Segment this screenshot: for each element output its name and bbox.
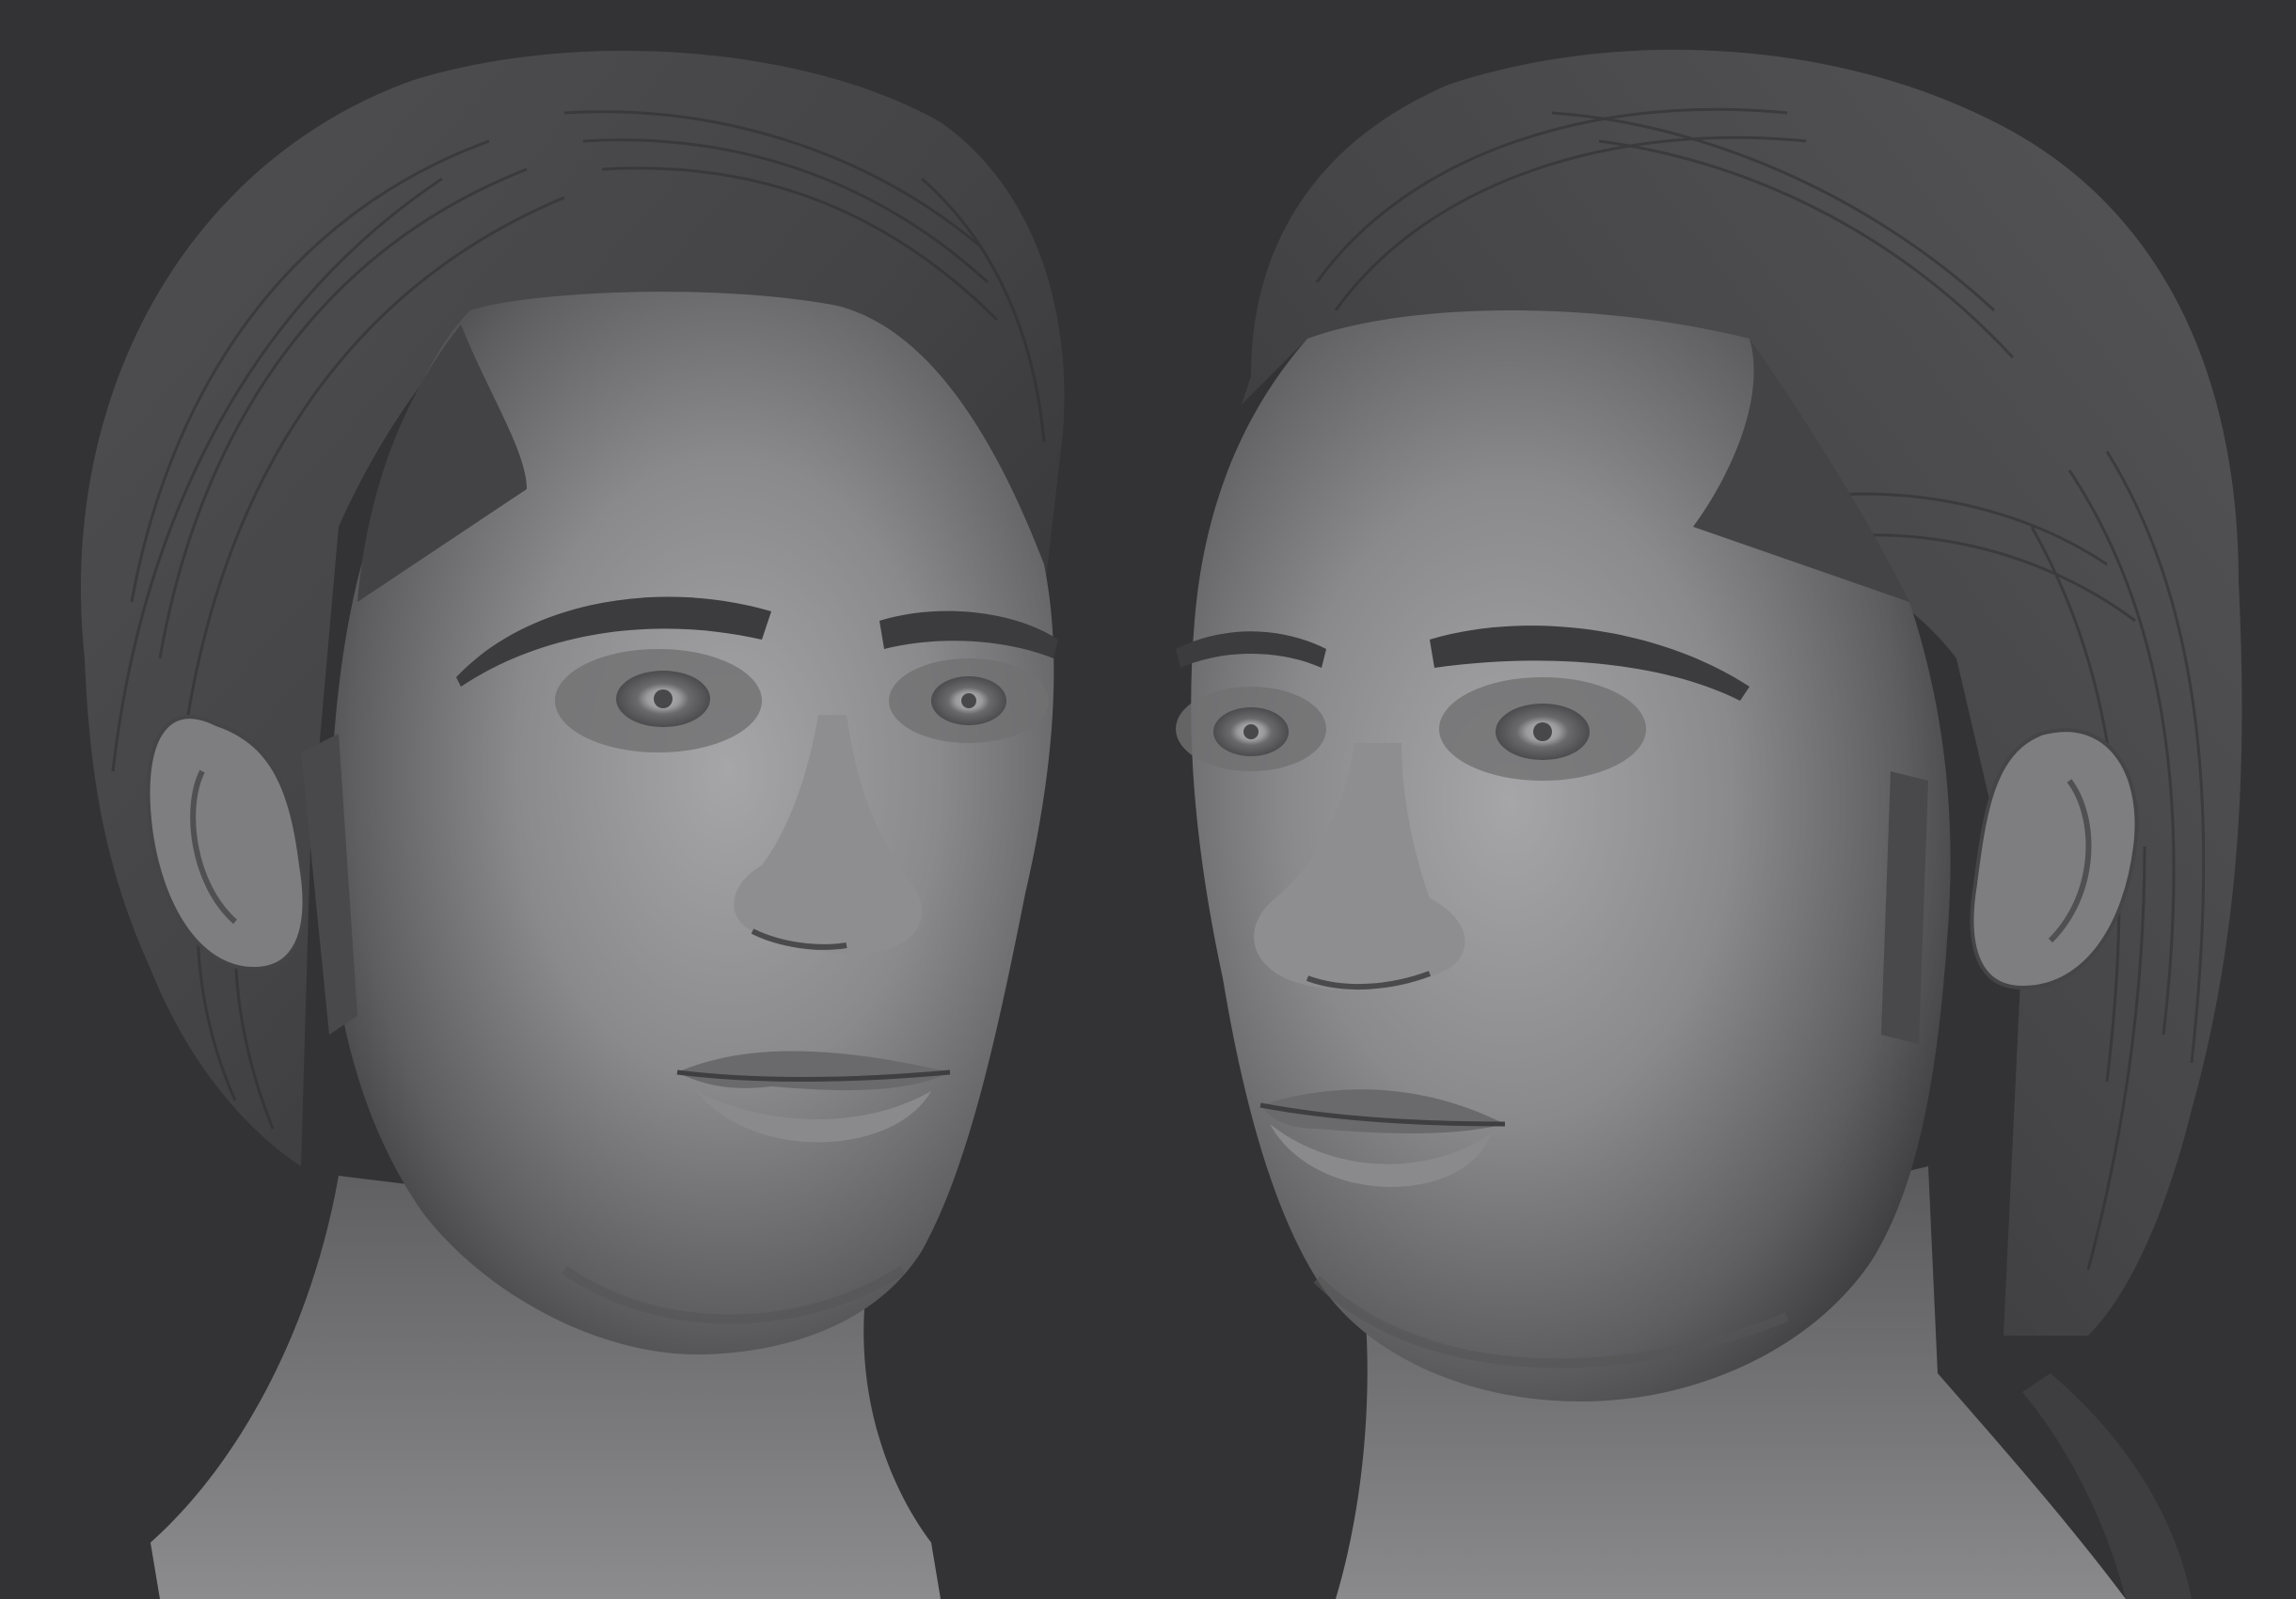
sculpt-render [80, 49, 2242, 1599]
head-right [1176, 49, 2242, 1599]
viewport [0, 0, 2296, 1599]
head-left [80, 50, 1065, 1599]
